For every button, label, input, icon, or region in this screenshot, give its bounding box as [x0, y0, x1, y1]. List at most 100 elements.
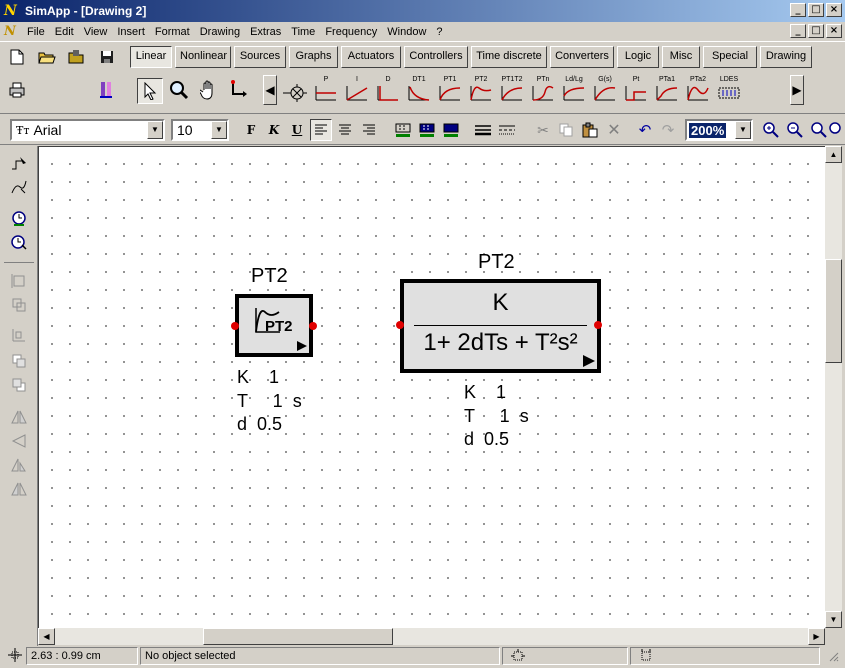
mdi-minimize-button[interactable]: _ — [790, 24, 806, 38]
horizontal-scrollbar[interactable]: ◀ ▶ — [38, 628, 825, 645]
copy-icon[interactable] — [555, 119, 577, 141]
zoom-magnifier-icon[interactable] — [168, 79, 190, 101]
save-icon[interactable] — [96, 46, 118, 68]
scroll-up-button[interactable]: ▲ — [825, 146, 842, 163]
align-right-icon[interactable] — [358, 119, 380, 141]
scroll-right-button[interactable]: ▶ — [808, 628, 825, 645]
block-p[interactable]: P — [312, 75, 340, 107]
block-pt1[interactable]: PT1 — [436, 75, 464, 107]
menu-insert[interactable]: Insert — [112, 26, 150, 38]
minimize-button[interactable]: _ — [790, 3, 806, 17]
mdi-restore-button[interactable]: □ — [808, 24, 824, 38]
vertical-scroll-thumb[interactable] — [825, 259, 842, 363]
block-small-pt2[interactable]: PT2 — [235, 294, 313, 357]
line-width-icon[interactable] — [472, 119, 494, 141]
block-pta2[interactable]: PTa2 — [684, 75, 712, 107]
fill-color-icon[interactable] — [392, 119, 414, 141]
tab-special[interactable]: Special — [703, 46, 757, 68]
document-icon[interactable]: N — [4, 24, 22, 39]
font-name-dropdown-arrow[interactable]: ▼ — [147, 121, 163, 139]
delete-icon[interactable]: ✕ — [603, 119, 625, 141]
bring-front-icon[interactable] — [8, 350, 30, 372]
scroll-left-button[interactable]: ◀ — [38, 628, 55, 645]
align-left-icon[interactable] — [310, 119, 332, 141]
align-center-icon[interactable] — [334, 119, 356, 141]
flip-horizontal-icon[interactable] — [8, 406, 30, 428]
tab-linear[interactable]: Linear — [130, 46, 172, 68]
close-button[interactable]: × — [826, 3, 842, 17]
connector-line-icon[interactable] — [228, 79, 250, 101]
block-d[interactable]: D — [374, 75, 402, 107]
block-pt2[interactable]: PT2 — [467, 75, 495, 107]
menu-format[interactable]: Format — [150, 26, 195, 38]
pan-hand-icon[interactable] — [198, 79, 220, 101]
menu-frequency[interactable]: Frequency — [320, 26, 382, 38]
maximize-button[interactable]: □ — [808, 3, 824, 17]
time-simulation-icon[interactable] — [8, 208, 30, 230]
block-ptn[interactable]: PTn — [529, 75, 557, 107]
block-small-input-port[interactable] — [231, 322, 239, 330]
zoom-fit-icon[interactable] — [808, 119, 830, 141]
paste-icon[interactable] — [579, 119, 601, 141]
select-pointer-icon[interactable] — [137, 78, 163, 104]
menu-view[interactable]: View — [79, 26, 113, 38]
tab-actuators[interactable]: Actuators — [341, 46, 401, 68]
bold-button[interactable]: F — [240, 119, 262, 141]
block-gs[interactable]: G(s) — [591, 75, 619, 107]
resize-grip-icon[interactable] — [824, 647, 842, 665]
block-dt1[interactable]: DT1 — [405, 75, 433, 107]
tab-logic[interactable]: Logic — [617, 46, 659, 68]
block-large-output-port[interactable] — [594, 321, 602, 329]
drawing-canvas[interactable]: PT2 PT2 K 1 T 1 s d 0.5 PT2 K 1+ 2dTs + … — [38, 146, 825, 628]
scroll-down-button[interactable]: ▼ — [825, 611, 842, 628]
block-pta1[interactable]: PTa1 — [653, 75, 681, 107]
tab-controllers[interactable]: Controllers — [404, 46, 468, 68]
menu-window[interactable]: Window — [382, 26, 431, 38]
block-pt1t2[interactable]: PT1T2 — [498, 75, 526, 107]
block-ldlg[interactable]: Ld/Lg — [560, 75, 588, 107]
horizontal-scroll-thumb[interactable] — [203, 628, 393, 645]
distribute-icon[interactable] — [8, 324, 30, 346]
tab-graphs[interactable]: Graphs — [289, 46, 338, 68]
zoom-combo[interactable]: 200% ▼ — [685, 119, 753, 141]
align-centers-icon[interactable] — [8, 294, 30, 316]
zoom-out-icon[interactable] — [784, 119, 806, 141]
undo-icon[interactable]: ↶ — [634, 119, 656, 141]
tab-sources[interactable]: Sources — [234, 46, 286, 68]
zoom-dropdown-arrow[interactable]: ▼ — [735, 121, 751, 139]
block-large-input-port[interactable] — [396, 321, 404, 329]
step-signal-icon[interactable] — [8, 152, 30, 174]
menu-drawing[interactable]: Drawing — [195, 26, 245, 38]
new-file-icon[interactable] — [6, 46, 28, 68]
block-small-output-port[interactable] — [309, 322, 317, 330]
redo-icon[interactable]: ↷ — [657, 119, 679, 141]
tab-converters[interactable]: Converters — [550, 46, 614, 68]
palette-scroll-left-button[interactable]: ◀ — [263, 75, 277, 105]
block-ldes[interactable]: LDES — [715, 75, 743, 107]
zoom-window-icon[interactable] — [828, 119, 844, 141]
vertical-scrollbar[interactable]: ▲ ▼ — [825, 146, 842, 628]
block-large-pt2[interactable]: K 1+ 2dTs + T²s² — [400, 279, 601, 373]
underline-button[interactable]: U — [286, 119, 308, 141]
palette-scroll-right-button[interactable]: ▶ — [790, 75, 804, 105]
text-color-icon[interactable] — [440, 119, 462, 141]
pin-tool-icon[interactable] — [96, 79, 118, 101]
block-pt[interactable]: Pt — [622, 75, 650, 107]
block-summer[interactable] — [281, 75, 309, 107]
tab-nonlinear[interactable]: Nonlinear — [175, 46, 231, 68]
menu-extras[interactable]: Extras — [245, 26, 286, 38]
line-style-icon[interactable] — [496, 119, 518, 141]
open-folder-icon[interactable] — [36, 46, 58, 68]
font-size-dropdown-arrow[interactable]: ▼ — [211, 121, 227, 139]
cut-icon[interactable]: ✂ — [532, 119, 554, 141]
send-back-icon[interactable] — [8, 374, 30, 396]
zoom-in-icon[interactable] — [760, 119, 782, 141]
ramp-signal-icon[interactable] — [8, 176, 30, 198]
rotate-90-icon[interactable] — [8, 454, 30, 476]
menu-edit[interactable]: Edit — [50, 26, 79, 38]
menu-file[interactable]: File — [22, 26, 50, 38]
align-left-edges-icon[interactable] — [8, 270, 30, 292]
menu-time[interactable]: Time — [286, 26, 320, 38]
tab-misc[interactable]: Misc — [662, 46, 700, 68]
rotate-left-icon[interactable] — [8, 430, 30, 452]
